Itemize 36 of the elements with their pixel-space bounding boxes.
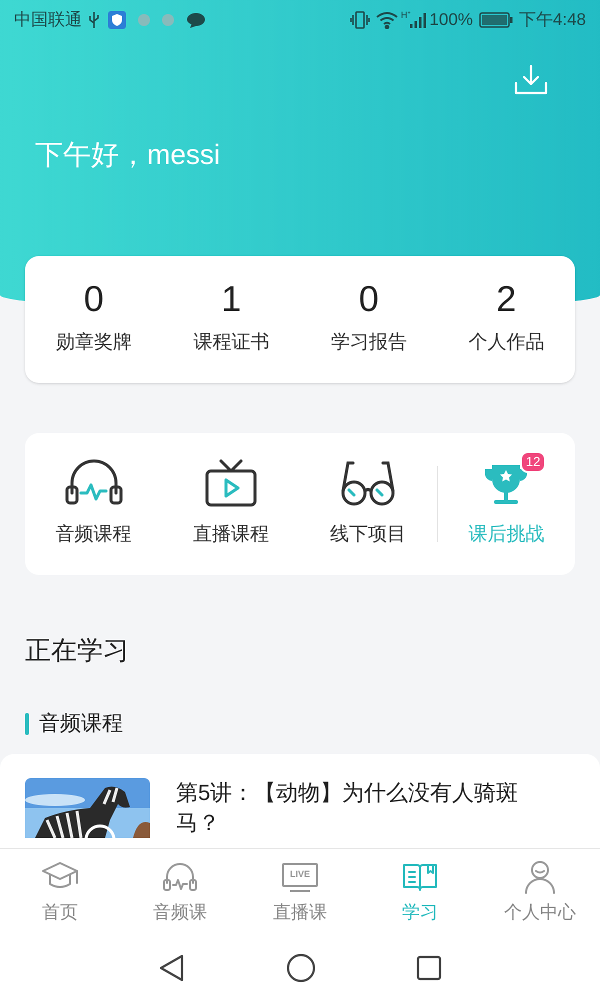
battery-percent: 100%	[429, 9, 473, 32]
stat-item[interactable]: 2 个人作品	[438, 281, 575, 358]
chat-bubble-icon	[186, 12, 206, 28]
count-badge: 12	[520, 450, 546, 473]
usb-icon	[88, 11, 100, 29]
recents-button[interactable]	[416, 955, 442, 981]
shield-app-icon	[108, 11, 126, 29]
battery-icon	[478, 12, 513, 28]
back-button[interactable]	[158, 953, 186, 983]
nav-tab[interactable]: 首页	[0, 849, 120, 936]
tv-play-icon	[202, 458, 259, 507]
nav-tab[interactable]: LIVE 直播课	[240, 849, 360, 936]
nav-tab[interactable]: 音频课	[120, 849, 240, 936]
book-icon	[402, 861, 438, 893]
headphones-icon	[162, 861, 198, 893]
status-time: 下午4:48	[518, 9, 586, 32]
vibrate-icon	[350, 11, 370, 29]
greeting-text: 下午好，messi	[35, 138, 220, 172]
stat-item[interactable]: 1 课程证书	[162, 281, 300, 358]
signal-icon	[410, 12, 426, 28]
wifi-icon	[376, 11, 398, 29]
nav-tab[interactable]: 个人中心	[480, 849, 600, 936]
stat-item[interactable]: 0 勋章奖牌	[25, 281, 162, 358]
home-button[interactable]	[286, 953, 316, 983]
section-title: 正在学习	[25, 634, 129, 667]
course-card[interactable]: 第5讲：【动物】为什么没有人骑斑马？	[0, 754, 600, 848]
headphones-icon	[64, 458, 124, 507]
carrier-name: 中国联通	[14, 9, 82, 32]
feature-item[interactable]: 线下项目	[300, 448, 437, 560]
feature-item[interactable]: 直播课程	[162, 448, 300, 560]
stat-item[interactable]: 0 学习报告	[300, 281, 438, 358]
feature-item[interactable]: 12 课后挑战	[438, 448, 575, 560]
network-type-label: H⁺	[400, 9, 410, 22]
course-title: 第5讲：【动物】为什么没有人骑斑马？	[176, 778, 520, 836]
subsection-title: 音频课程	[39, 711, 123, 737]
feature-item[interactable]: 音频课程	[25, 448, 162, 560]
